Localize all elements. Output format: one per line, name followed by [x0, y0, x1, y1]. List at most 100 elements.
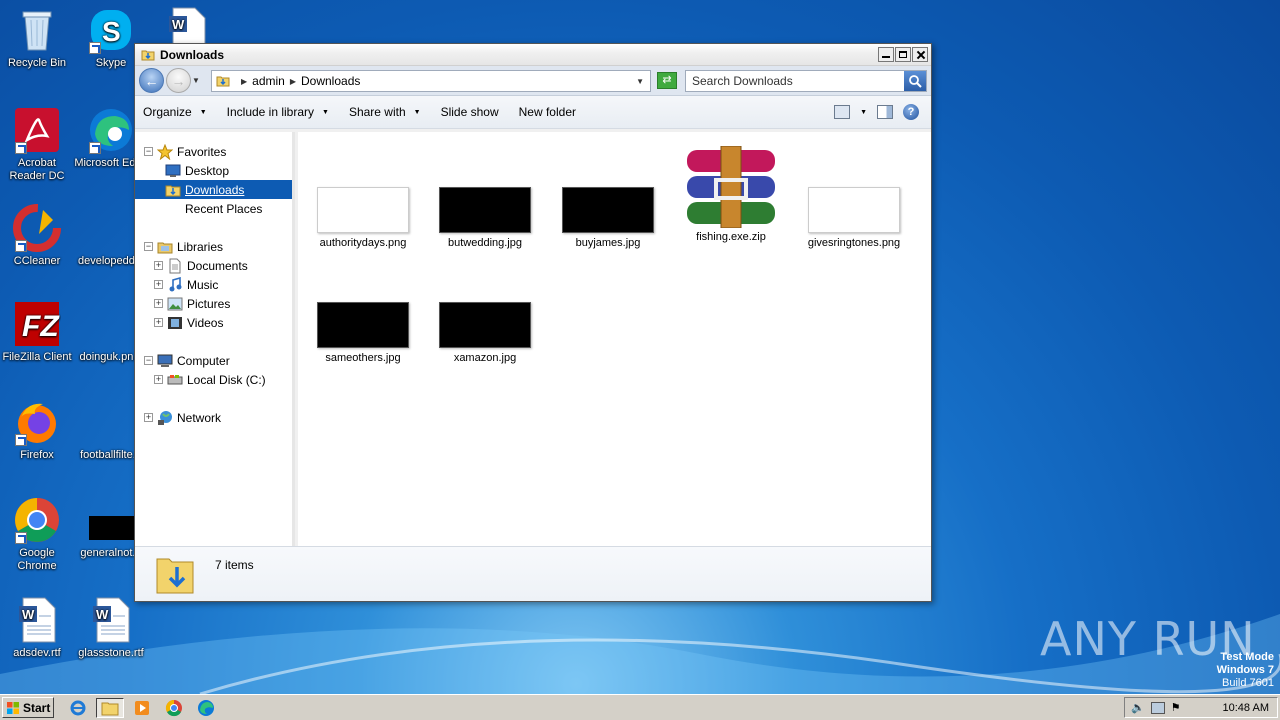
navigation-pane[interactable]: − Favorites Desktop Downloads Recent Pla…: [135, 132, 295, 546]
tree-item-label: Documents: [187, 258, 248, 273]
image-thumbnail: [439, 302, 531, 348]
expand-icon[interactable]: +: [154, 375, 163, 384]
tree-item-network[interactable]: + Network: [135, 408, 292, 427]
new-folder-button[interactable]: New folder: [519, 105, 576, 119]
file-item[interactable]: xamazon.jpg: [430, 302, 540, 364]
image-file-icon: [87, 300, 135, 348]
computer-icon: [157, 353, 173, 369]
breadcrumb-downloads[interactable]: Downloads: [301, 74, 360, 88]
recent-pages-dropdown[interactable]: ▼: [192, 76, 202, 85]
image-thumbnail: [439, 187, 531, 233]
taskbar-internet-explorer[interactable]: [64, 698, 92, 718]
file-list-view[interactable]: authoritydays.png butwedding.jpg buyjame…: [298, 132, 931, 546]
desktop-icon-glassstone[interactable]: W glassstone.rtf: [74, 596, 148, 660]
recent-places-icon: [165, 201, 181, 217]
file-name: xamazon.jpg: [453, 352, 517, 364]
tree-item-music[interactable]: + Music: [135, 275, 292, 294]
window-titlebar[interactable]: Downloads: [135, 44, 931, 66]
close-button[interactable]: [912, 47, 928, 62]
include-in-library-button[interactable]: Include in library ▼: [227, 105, 329, 119]
desktop-icon-recycle-bin[interactable]: Recycle Bin: [0, 6, 74, 70]
tree-item-desktop[interactable]: Desktop: [135, 161, 292, 180]
back-button[interactable]: ←: [139, 68, 164, 93]
tree-item-videos[interactable]: + Videos: [135, 313, 292, 332]
svg-text:W: W: [172, 17, 185, 32]
slide-show-button[interactable]: Slide show: [441, 105, 499, 119]
tree-item-recent-places[interactable]: Recent Places: [135, 199, 292, 218]
organize-button[interactable]: Organize ▼: [143, 105, 207, 119]
expand-icon[interactable]: +: [154, 280, 163, 289]
help-icon[interactable]: ?: [903, 104, 919, 120]
desktop-icon-filezilla[interactable]: FZ FileZilla Client: [0, 300, 74, 364]
change-view-icon[interactable]: [834, 105, 851, 119]
search-input[interactable]: Search Downloads: [685, 70, 927, 92]
tree-item-local-disk[interactable]: + Local Disk (C:): [135, 370, 292, 389]
tree-item-pictures[interactable]: + Pictures: [135, 294, 292, 313]
explorer-window[interactable]: Downloads ← → ▼ ▶ admin ▶ Downloads ▼ ⇄ …: [134, 43, 932, 602]
expand-icon[interactable]: +: [154, 261, 163, 270]
address-bar[interactable]: ▶ admin ▶ Downloads ▼: [211, 70, 651, 92]
taskbar-edge[interactable]: [192, 698, 220, 718]
file-item[interactable]: sameothers.jpg: [308, 302, 418, 364]
taskbar-chrome[interactable]: [160, 698, 188, 718]
svg-text:W: W: [96, 607, 109, 622]
file-item[interactable]: givesringtones.png: [799, 187, 909, 249]
file-item[interactable]: fishing.exe.zip: [676, 145, 786, 243]
desktop-icon-ccleaner[interactable]: CCleaner: [0, 204, 74, 268]
collapse-icon[interactable]: −: [144, 242, 153, 251]
start-button[interactable]: Start: [2, 697, 54, 718]
include-in-library-label: Include in library: [226, 105, 315, 119]
pictures-icon: [167, 296, 183, 312]
refresh-icon: ⇄: [662, 74, 672, 86]
acrobat-icon: [13, 106, 61, 154]
videos-icon: [167, 315, 183, 331]
taskbar-explorer[interactable]: [96, 698, 124, 718]
forward-button[interactable]: →: [166, 68, 191, 93]
desktop-icon-adsdev[interactable]: W adsdev.rtf: [0, 596, 74, 660]
preview-pane-icon[interactable]: [877, 105, 893, 119]
tree-item-label: Favorites: [177, 144, 227, 159]
file-name: butwedding.jpg: [447, 237, 522, 249]
refresh-button[interactable]: ⇄: [657, 72, 677, 89]
explorer-body: − Favorites Desktop Downloads Recent Pla…: [135, 132, 931, 546]
tree-item-label: Recent Places: [185, 201, 263, 216]
taskbar-clock[interactable]: 10:48 AM: [1223, 702, 1269, 714]
file-item[interactable]: buyjames.jpg: [553, 187, 663, 249]
address-history-dropdown[interactable]: ▼: [636, 77, 644, 86]
maximize-button[interactable]: [895, 47, 911, 62]
expand-icon[interactable]: +: [154, 299, 163, 308]
volume-icon[interactable]: 🔈: [1131, 701, 1145, 714]
collapse-icon[interactable]: −: [144, 147, 153, 156]
chrome-icon: [13, 496, 61, 544]
tree-item-computer[interactable]: − Computer: [135, 351, 292, 370]
share-with-button[interactable]: Share with ▼: [349, 105, 421, 119]
action-center-flag-icon[interactable]: ⚑: [1171, 701, 1181, 714]
file-name: givesringtones.png: [807, 237, 901, 249]
tree-item-favorites[interactable]: − Favorites: [135, 142, 292, 161]
tree-item-label: Local Disk (C:): [187, 372, 266, 387]
breadcrumb-admin[interactable]: admin: [252, 74, 285, 88]
desktop-icon-chrome[interactable]: Google Chrome: [0, 496, 74, 573]
tree-item-downloads[interactable]: Downloads: [135, 180, 292, 199]
taskbar-media-player[interactable]: [128, 698, 156, 718]
search-icon[interactable]: [904, 71, 926, 91]
desktop-icon-acrobat[interactable]: Acrobat Reader DC: [0, 106, 74, 183]
tree-item-documents[interactable]: + Documents: [135, 256, 292, 275]
file-item[interactable]: butwedding.jpg: [430, 187, 540, 249]
collapse-icon[interactable]: −: [144, 356, 153, 365]
network-tray-icon[interactable]: [1150, 701, 1165, 714]
tree-item-libraries[interactable]: − Libraries: [135, 237, 292, 256]
build-number-label: Build 7601: [1222, 677, 1274, 689]
expand-icon[interactable]: +: [154, 318, 163, 327]
hard-drive-icon: [167, 372, 183, 388]
file-item[interactable]: authoritydays.png: [308, 187, 418, 249]
view-options-dropdown[interactable]: ▼: [860, 109, 867, 116]
breadcrumb-separator[interactable]: ▶: [290, 77, 296, 86]
desktop-icon-label: generalnot...: [80, 547, 142, 559]
breadcrumb-separator[interactable]: ▶: [241, 77, 247, 86]
desktop-icon-firefox[interactable]: Firefox: [0, 398, 74, 462]
firefox-icon: [13, 398, 61, 446]
expand-icon[interactable]: +: [144, 413, 153, 422]
minimize-button[interactable]: [878, 47, 894, 62]
organize-label: Organize: [143, 105, 192, 119]
